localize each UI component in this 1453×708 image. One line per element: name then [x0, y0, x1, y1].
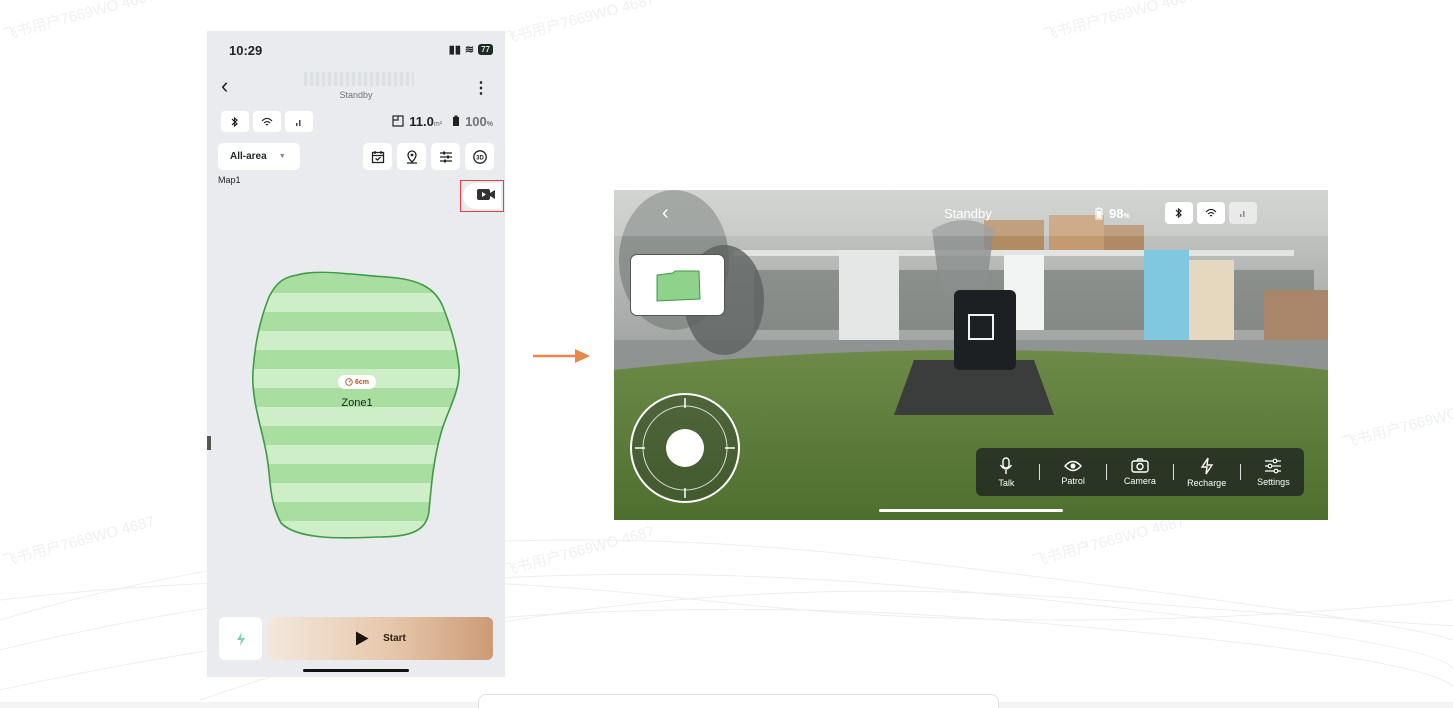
arrow-right-icon — [533, 349, 590, 363]
watermark: 飞书用户7669WO 4687 — [1040, 0, 1197, 44]
gauge-icon — [345, 378, 353, 386]
bottom-action-bar: Start — [207, 601, 505, 677]
camera-capture-button[interactable]: Camera — [1120, 458, 1160, 486]
cellular-icon[interactable] — [1229, 202, 1257, 224]
wifi-icon[interactable] — [1197, 202, 1225, 224]
battery-icon — [1095, 207, 1103, 220]
cutting-height-badge: 6cm — [338, 375, 376, 389]
watermark: 飞书用户7669WO 4687 — [500, 522, 657, 580]
battery-value: 98 — [1109, 206, 1124, 221]
side-handle — [207, 436, 211, 450]
divider — [1172, 464, 1174, 480]
camera-label: Camera — [1123, 476, 1156, 486]
settings-button[interactable]: Settings — [1253, 458, 1293, 487]
lawn-map — [251, 271, 460, 539]
camera-icon — [1131, 458, 1149, 473]
bluetooth-icon[interactable] — [1165, 202, 1193, 224]
connection-chips — [1165, 202, 1257, 224]
lawn-thumbnail — [656, 270, 701, 302]
talk-button[interactable]: Talk — [986, 456, 1026, 488]
patrol-button[interactable]: Patrol — [1053, 459, 1093, 486]
talk-label: Talk — [998, 477, 1015, 488]
lightning-icon — [1200, 457, 1213, 474]
phone-screen: 10:29 ▮▮ ≋ 77 ‹ Standby ⋮ 11.0m² 100% Al… — [207, 31, 505, 677]
home-indicator — [879, 509, 1063, 512]
watermark: 飞书用户7669WO 4687 — [500, 0, 657, 48]
home-indicator — [303, 669, 409, 672]
popup-panel-edge — [478, 694, 999, 708]
device-battery: 98% — [1095, 206, 1130, 221]
settings-label: Settings — [1257, 476, 1290, 487]
camera-toolbar: Talk Patrol Camera Recharge Settings — [976, 448, 1304, 496]
back-icon[interactable]: ‹ — [662, 202, 669, 225]
device-status: Standby — [944, 206, 992, 221]
camera-live-view: ‹ Standby 98% Talk Patrol Camera Recharg… — [614, 190, 1328, 520]
joystick[interactable] — [629, 392, 741, 504]
sliders-icon — [1265, 458, 1282, 473]
start-label: Start — [383, 633, 406, 644]
eye-icon — [1064, 460, 1083, 471]
watermark: 飞书用户7669WO 4687 — [1340, 395, 1453, 452]
recharge-button[interactable]: Recharge — [1187, 457, 1227, 488]
play-icon — [356, 631, 369, 646]
lightning-icon — [236, 631, 245, 646]
minimap[interactable] — [630, 254, 725, 316]
start-button[interactable]: Start — [268, 617, 493, 660]
watermark: 飞书用户7669WO 4687 — [0, 512, 157, 570]
patrol-label: Patrol — [1061, 475, 1085, 486]
watermark: 飞书用户7669WO 4687 — [0, 0, 157, 44]
microphone-icon — [1000, 456, 1013, 474]
divider — [1106, 464, 1108, 480]
recharge-label: Recharge — [1187, 477, 1227, 488]
cutting-height-value: 6cm — [354, 378, 369, 386]
battery-unit: % — [1123, 213, 1130, 220]
zone-name[interactable]: Zone1 — [327, 397, 387, 409]
divider — [1039, 464, 1041, 480]
charge-button[interactable] — [219, 617, 262, 660]
divider — [1239, 464, 1241, 480]
